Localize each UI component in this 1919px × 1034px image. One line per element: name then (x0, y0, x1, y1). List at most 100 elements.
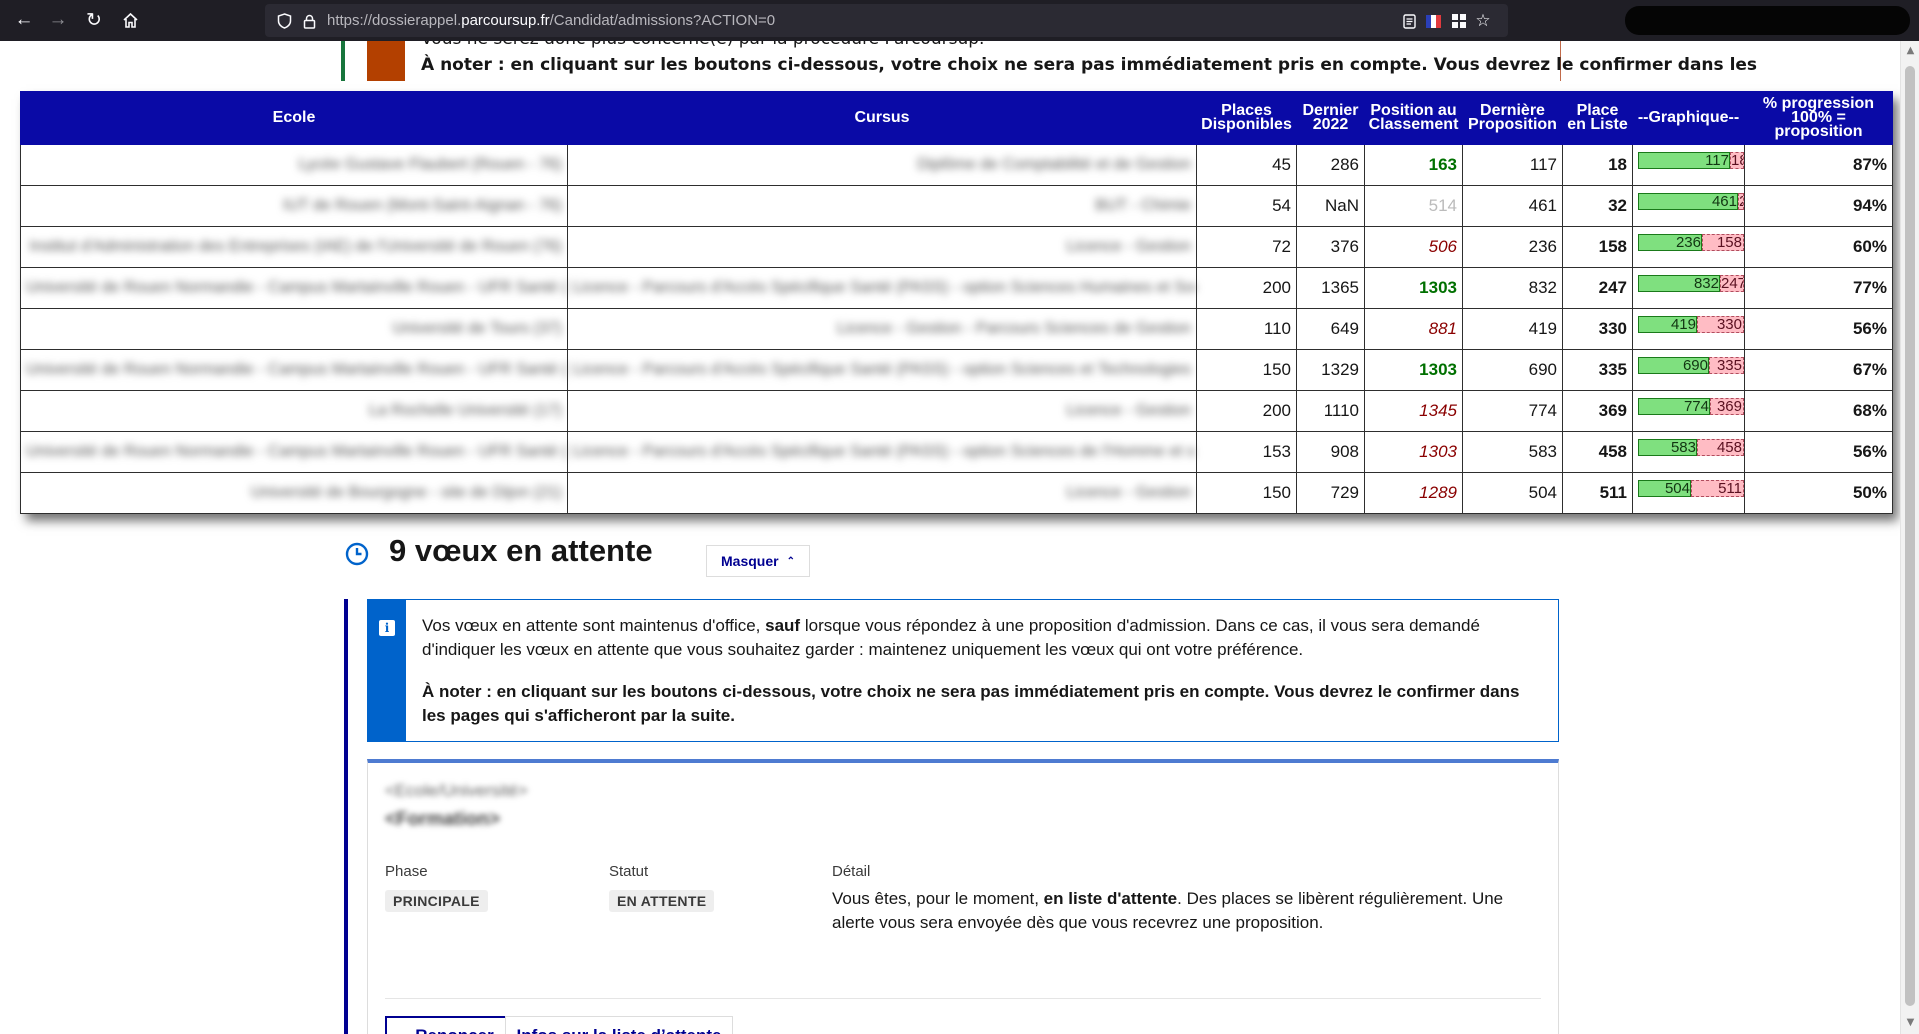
detail-emphasis: en liste d'attente (1043, 889, 1178, 908)
graph-fill-bar: 774 (1638, 398, 1710, 415)
waitlist-info-button[interactable]: Infos sur la liste d’attente (505, 1016, 733, 1034)
rank-position-cell: 1303 (1364, 431, 1463, 473)
school-cell: Université de Rouen Normandie - Campus M… (20, 267, 568, 309)
notice-stripe: i (368, 600, 406, 741)
scroll-thumb[interactable] (1905, 66, 1915, 1006)
graph-fill-bar: 690 (1638, 357, 1709, 374)
waiting-section-title: 9 vœux en attente (389, 533, 653, 568)
school-cell: Université de Rouen Normandie - Campus M… (20, 431, 568, 473)
last-proposal-cell: 690 (1462, 349, 1563, 391)
clock-icon (345, 542, 369, 566)
wish-card: <Ecole/Université> <Formation> Phase PRI… (367, 759, 1559, 1034)
progress-graph-cell: 690 335 (1632, 349, 1745, 391)
flag-icon[interactable] (1422, 10, 1444, 32)
ranking-table-overlay: Ecole Cursus Places Disponibles Dernier 202… (20, 91, 1893, 514)
table-header-cell: Cursus (567, 91, 1197, 145)
table-body: Lycée Gustave Flaubert (Rouen - 76) Diplô… (20, 144, 1893, 514)
graph-fill-bar: 461 (1638, 193, 1738, 210)
progress-graph: 419 330 (1638, 316, 1744, 334)
graph-remaining-bar: 18 (1730, 152, 1744, 169)
rank-position-cell: 506 (1364, 226, 1463, 268)
progress-graph-cell: 583 458 (1632, 431, 1745, 473)
graph-fill-bar: 583 (1638, 439, 1697, 456)
list-place-cell: 335 (1562, 349, 1633, 391)
waiting-info-notice: i Vos vœux en attente sont maintenus d'o… (367, 599, 1559, 742)
graph-remaining-bar: 247 (1720, 275, 1744, 292)
table-header-cell: % progression 100% = proposition (1744, 91, 1893, 145)
school-cell: Université de Bourgogne - site de Dijon … (20, 472, 568, 514)
last-proposal-cell: 236 (1462, 226, 1563, 268)
grid-icon[interactable] (1448, 10, 1470, 32)
card-divider (385, 998, 1541, 999)
page-content: Vous ne serez donc plus concerné(e) par … (0, 41, 1900, 1034)
cursus-cell: Licence - Parcours d'Accès Spécifique Sa… (567, 267, 1197, 309)
previous-warning-stripe (367, 41, 405, 81)
rank-position-cell: 1289 (1364, 472, 1463, 514)
table-row: Institut d'Administration des Entreprise… (20, 226, 1893, 268)
places-cell: 150 (1196, 472, 1297, 514)
lock-icon[interactable] (298, 10, 320, 32)
detail-text: Vous êtes, pour le moment, en liste d'at… (832, 887, 1522, 935)
rank-position-cell: 1345 (1364, 390, 1463, 432)
reader-icon[interactable] (1398, 10, 1420, 32)
cursus-cell: BUT - Chimie (567, 185, 1197, 227)
chevron-up-icon: ⌃ (786, 555, 795, 567)
list-place-cell: 18 (1562, 144, 1633, 186)
scroll-down-icon[interactable]: ▼ (1904, 1017, 1917, 1030)
progress-graph: 774 369 (1638, 398, 1744, 416)
last-proposal-cell: 774 (1462, 390, 1563, 432)
url-bar[interactable]: https://dossierappel.parcoursup.fr/Candi… (265, 4, 1508, 37)
table-header-cell: Position au Classement (1364, 91, 1463, 145)
table-row: IUT de Rouen (Mont-Saint-Aignan - 76) BUT… (20, 185, 1893, 227)
hide-toggle-button[interactable]: Masquer ⌃ (706, 545, 810, 577)
url-host: parcoursup.fr (461, 12, 550, 29)
scroll-up-icon[interactable]: ▲ (1904, 45, 1917, 58)
places-cell: 200 (1196, 390, 1297, 432)
progress-graph: 11718 (1638, 152, 1744, 170)
school-cell: La Rochelle Université (17) (20, 390, 568, 432)
shield-icon[interactable] (273, 10, 295, 32)
reload-icon[interactable]: ↻ (80, 6, 108, 34)
url-suffix: /Candidat/admissions?ACTION=0 (549, 12, 776, 29)
url-prefix: https://dossierappel. (327, 12, 462, 29)
cursus-cell: Licence - Parcours d'Accès Spécifique Sa… (567, 349, 1197, 391)
renounce-button[interactable]: Renoncer (385, 1016, 524, 1034)
list-place-cell: 247 (1562, 267, 1633, 309)
ranking-table: Ecole Cursus Places Disponibles Dernier 202… (20, 91, 1893, 514)
table-row: Lycée Gustave Flaubert (Rouen - 76) Diplô… (20, 144, 1893, 186)
rank-position-cell: 1303 (1364, 267, 1463, 309)
table-header-cell: Places Disponibles (1196, 91, 1297, 145)
notice-paragraph-1: Vos vœux en attente sont maintenus d'off… (422, 614, 1522, 662)
places-cell: 150 (1196, 349, 1297, 391)
school-cell: IUT de Rouen (Mont-Saint-Aignan - 76) (20, 185, 568, 227)
table-header-cell: Dernière Proposition (1462, 91, 1563, 145)
list-place-cell: 330 (1562, 308, 1633, 350)
graph-remaining-bar: 330 (1697, 316, 1744, 333)
last-2022-cell: 729 (1296, 472, 1365, 514)
last-2022-cell: 1110 (1296, 390, 1365, 432)
home-icon[interactable] (116, 6, 144, 34)
places-cell: 72 (1196, 226, 1297, 268)
places-cell: 200 (1196, 267, 1297, 309)
cursus-cell: Licence - Gestion (567, 390, 1197, 432)
progress-graph: 690 335 (1638, 357, 1744, 375)
last-2022-cell: 649 (1296, 308, 1365, 350)
cursus-cell: Diplôme de Comptabilité et de Gestion (567, 144, 1197, 186)
notice-emphasis: sauf (765, 616, 801, 635)
last-2022-cell: 1365 (1296, 267, 1365, 309)
back-icon[interactable]: ← (10, 6, 38, 34)
graph-remaining-bar: 335 (1709, 357, 1744, 374)
progress-graph: 832 247 (1638, 275, 1744, 293)
graph-remaining-bar: 158 (1702, 234, 1744, 251)
forward-icon[interactable]: → (44, 6, 72, 34)
graph-remaining-bar: 511 (1691, 480, 1744, 497)
page-scrollbar[interactable]: ▲ ▼ (1900, 41, 1919, 1034)
previous-notice-line2: À noter : en cliquant sur les boutons ci… (421, 55, 1758, 75)
table-header-cell: Place en Liste (1562, 91, 1633, 145)
progress-graph-cell: 504 511 (1632, 472, 1745, 514)
last-2022-cell: NaN (1296, 185, 1365, 227)
list-place-cell: 369 (1562, 390, 1633, 432)
url-text[interactable]: https://dossierappel.parcoursup.fr/Candi… (327, 12, 775, 29)
star-icon[interactable]: ☆ (1472, 10, 1494, 32)
progress-graph: 583 458 (1638, 439, 1744, 457)
